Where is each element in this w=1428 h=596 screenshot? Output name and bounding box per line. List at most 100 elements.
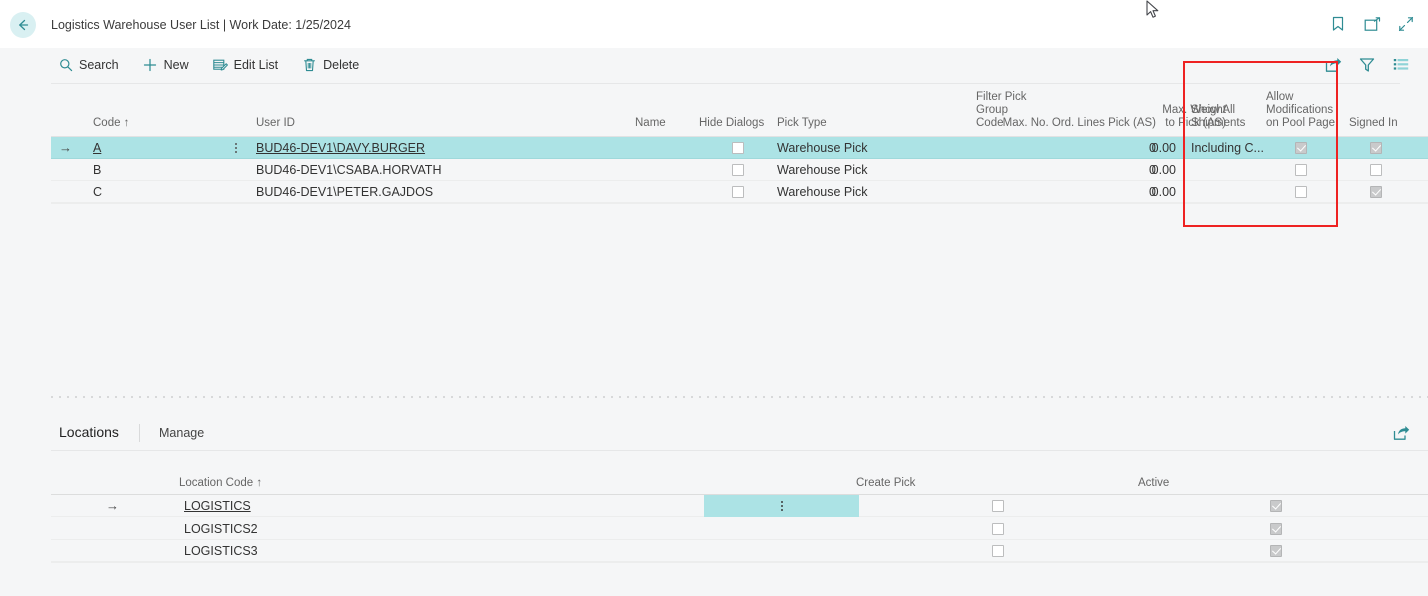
cell-max-weight-to-pick[interactable]: 0.00: [1111, 159, 1176, 181]
cell-create-pick-checkbox[interactable]: [992, 523, 1004, 535]
minimize-icon[interactable]: [1396, 14, 1416, 34]
cell-max-weight-to-pick[interactable]: 0.00: [1111, 137, 1176, 159]
delete-button-label: Delete: [323, 58, 359, 72]
locations-tab-divider: [51, 450, 1428, 451]
locations-subpage-tabs: Locations Manage: [51, 418, 1428, 450]
column-header-code[interactable]: Code ↑: [93, 117, 223, 130]
cell-pick-type[interactable]: Warehouse Pick: [777, 159, 917, 181]
cell-code[interactable]: C: [93, 181, 223, 203]
warehouse-user-grid: Code ↑ User ID Name Hide Dialogs Pick Ty…: [0, 84, 1428, 384]
column-header-pick-type[interactable]: Pick Type: [777, 117, 917, 130]
bookmark-icon[interactable]: [1328, 14, 1348, 34]
search-icon: [58, 57, 73, 72]
grid-bottom-divider: [51, 203, 1428, 204]
row-indicator-arrow: →: [59, 137, 72, 159]
cell-hide-dialogs-checkbox[interactable]: [732, 142, 744, 154]
edit-list-button-label: Edit List: [234, 58, 278, 72]
cell-active-checkbox[interactable]: [1270, 523, 1282, 535]
cell-filter-pick-group-code[interactable]: [925, 159, 985, 181]
plus-icon: [143, 57, 158, 72]
cell-create-pick-checkbox[interactable]: [992, 500, 1004, 512]
cell-code[interactable]: B: [93, 159, 223, 181]
cell-location-code[interactable]: LOGISTICS2: [184, 518, 484, 540]
cell-signed-in-checkbox[interactable]: [1370, 164, 1382, 176]
new-button-label: New: [164, 58, 189, 72]
cell-create-pick-checkbox[interactable]: [992, 545, 1004, 557]
title-bar: Logistics Warehouse User List | Work Dat…: [0, 0, 1428, 48]
search-button[interactable]: Search: [56, 55, 121, 74]
section-separator: [51, 396, 1428, 398]
column-header-location-code[interactable]: Location Code ↑: [179, 477, 379, 490]
tab-divider: [139, 424, 140, 442]
grid-header-row: Code ↑ User ID Name Hide Dialogs Pick Ty…: [51, 84, 1428, 136]
action-bar: Search New Edit List: [0, 48, 1428, 84]
column-header-active[interactable]: Active: [1138, 477, 1218, 490]
column-header-create-pick[interactable]: Create Pick: [856, 477, 956, 490]
cell-active-checkbox[interactable]: [1270, 545, 1282, 557]
column-header-user-id[interactable]: User ID: [256, 117, 626, 130]
search-button-label: Search: [79, 58, 119, 72]
cell-pick-type[interactable]: Warehouse Pick: [777, 137, 917, 159]
cell-user-id[interactable]: BUD46-DEV1\CSABA.HORVATH: [256, 159, 626, 181]
mouse-cursor: [1146, 0, 1160, 25]
edit-list-icon: [213, 57, 228, 72]
selected-cell[interactable]: [704, 495, 859, 517]
list-item[interactable]: → LOGISTICS: [51, 495, 1428, 517]
new-button[interactable]: New: [141, 55, 191, 74]
table-row[interactable]: B BUD46-DEV1\CSABA.HORVATH Warehouse Pic…: [51, 159, 1428, 181]
cell-show-all-shipments[interactable]: Including C...: [1191, 137, 1263, 159]
cell-show-all-shipments[interactable]: [1191, 159, 1263, 181]
window-controls: [1328, 14, 1416, 34]
action-buttons: Search New Edit List: [56, 55, 361, 74]
cell-filter-pick-group-code[interactable]: [925, 181, 985, 203]
cell-max-weight-to-pick[interactable]: 0.00: [1111, 181, 1176, 203]
list-view-icon[interactable]: [1392, 56, 1410, 74]
cell-user-id[interactable]: BUD46-DEV1\PETER.GAJDOS: [256, 181, 626, 203]
column-header-show-all-shipments[interactable]: Show All Shipments: [1191, 104, 1253, 130]
row-context-menu-icon[interactable]: [781, 501, 783, 511]
cell-filter-pick-group-code[interactable]: [925, 137, 985, 159]
edit-list-button[interactable]: Edit List: [211, 55, 280, 74]
table-row[interactable]: → A BUD46-DEV1\DAVY.BURGER Warehouse Pic…: [51, 137, 1428, 159]
cell-allow-modifications-checkbox[interactable]: [1295, 142, 1307, 154]
table-row[interactable]: C BUD46-DEV1\PETER.GAJDOS Warehouse Pick…: [51, 181, 1428, 203]
cell-location-code[interactable]: LOGISTICS3: [184, 540, 484, 562]
filter-icon[interactable]: [1358, 56, 1376, 74]
cell-name[interactable]: [635, 159, 695, 181]
cell-signed-in-checkbox[interactable]: [1370, 186, 1382, 198]
column-header-allow-modifications-on-pool-page[interactable]: Allow Modifications on Pool Page: [1266, 91, 1338, 130]
column-header-max-no-ord-lines-pick[interactable]: Max. No. Ord. Lines Pick (AS): [991, 117, 1156, 130]
back-button[interactable]: [10, 12, 36, 38]
back-arrow-icon: [16, 18, 30, 32]
cell-name[interactable]: [635, 181, 695, 203]
locations-bottom-divider: [51, 562, 1428, 563]
share-icon[interactable]: [1392, 424, 1410, 442]
list-item[interactable]: LOGISTICS3: [51, 540, 1428, 562]
cell-hide-dialogs-checkbox[interactable]: [732, 164, 744, 176]
tab-manage[interactable]: Manage: [159, 426, 204, 440]
page-title: Logistics Warehouse User List | Work Dat…: [51, 18, 351, 32]
cell-allow-modifications-checkbox[interactable]: [1295, 186, 1307, 198]
trash-icon: [302, 57, 317, 72]
cell-location-code[interactable]: LOGISTICS: [184, 495, 484, 517]
column-header-signed-in[interactable]: Signed In: [1349, 117, 1419, 130]
delete-button[interactable]: Delete: [300, 55, 361, 74]
row-indicator-arrow: →: [106, 495, 119, 517]
cell-code[interactable]: A: [93, 137, 223, 159]
cell-hide-dialogs-checkbox[interactable]: [732, 186, 744, 198]
cell-allow-modifications-checkbox[interactable]: [1295, 164, 1307, 176]
row-context-menu-icon[interactable]: [229, 137, 243, 159]
action-bar-tools: [1324, 56, 1410, 74]
cell-name[interactable]: [635, 137, 695, 159]
open-new-window-icon[interactable]: [1362, 14, 1382, 34]
tab-locations[interactable]: Locations: [59, 424, 119, 440]
share-icon[interactable]: [1324, 56, 1342, 74]
cell-show-all-shipments[interactable]: [1191, 181, 1263, 203]
cell-pick-type[interactable]: Warehouse Pick: [777, 181, 917, 203]
cell-signed-in-checkbox[interactable]: [1370, 142, 1382, 154]
locations-header-row: Location Code ↑ Create Pick Active: [51, 466, 1428, 494]
cell-user-id[interactable]: BUD46-DEV1\DAVY.BURGER: [256, 137, 626, 159]
cell-active-checkbox[interactable]: [1270, 500, 1282, 512]
column-header-hide-dialogs[interactable]: Hide Dialogs: [699, 117, 784, 130]
list-item[interactable]: LOGISTICS2: [51, 518, 1428, 540]
